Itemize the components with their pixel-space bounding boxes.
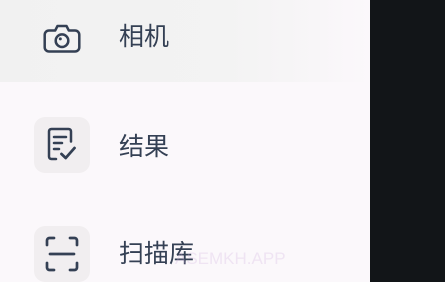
navigation-drawer: 相机 结果 扫描库 ASEMKH.APP [0,0,370,282]
scan-frame-icon [34,226,90,282]
document-check-icon [34,117,90,173]
drawer-item-scan-library[interactable]: 扫描库 [0,216,370,282]
modal-scrim[interactable] [370,0,445,282]
camera-icon [34,10,90,66]
drawer-item-label: 结果 [119,132,170,161]
drawer-item-camera[interactable]: 相机 [0,0,370,82]
drawer-item-results[interactable]: 结果 [0,104,370,192]
drawer-item-label: 相机 [119,22,170,51]
drawer-item-label: 扫描库 [119,239,195,268]
